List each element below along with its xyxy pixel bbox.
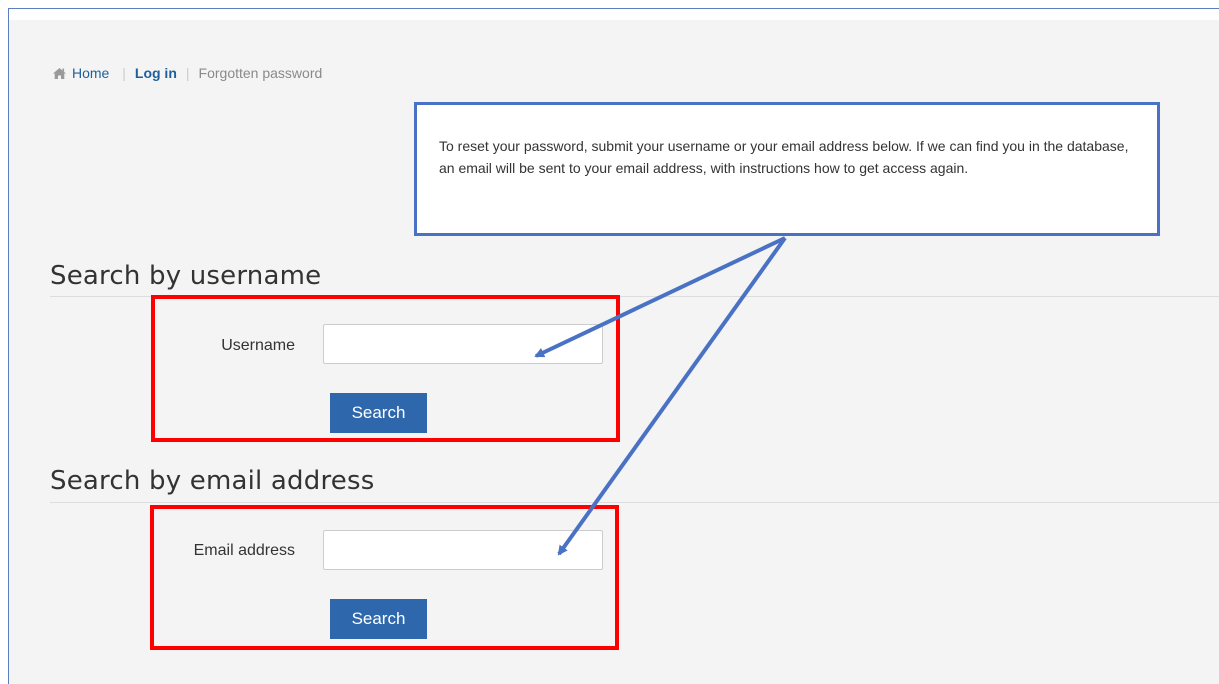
instruction-callout: To reset your password, submit your user… bbox=[414, 102, 1160, 236]
search-email-button[interactable]: Search bbox=[330, 599, 427, 639]
breadcrumb: Home | Log in | Forgotten password bbox=[52, 65, 322, 83]
breadcrumb-separator: | bbox=[185, 65, 190, 81]
breadcrumb-current: Forgotten password bbox=[198, 65, 323, 81]
section-divider bbox=[50, 502, 1219, 503]
top-strip bbox=[9, 9, 1219, 20]
email-input[interactable] bbox=[323, 530, 603, 570]
search-username-button[interactable]: Search bbox=[330, 393, 427, 433]
breadcrumb-separator: | bbox=[122, 65, 126, 81]
username-section-heading: Search by username bbox=[50, 261, 322, 291]
instruction-text: To reset your password, submit your user… bbox=[439, 138, 1129, 176]
username-label: Username bbox=[221, 337, 295, 354]
username-input[interactable] bbox=[323, 324, 603, 364]
breadcrumb-home-label: Home bbox=[72, 65, 110, 81]
breadcrumb-home-link[interactable]: Home bbox=[52, 65, 113, 81]
home-icon bbox=[52, 67, 67, 83]
page-frame: Home | Log in | Forgotten password To reset… bbox=[8, 8, 1219, 684]
email-label: Email address bbox=[193, 542, 295, 559]
breadcrumb-login-link[interactable]: Log in bbox=[135, 65, 177, 81]
email-section-heading: Search by email address bbox=[50, 466, 375, 496]
